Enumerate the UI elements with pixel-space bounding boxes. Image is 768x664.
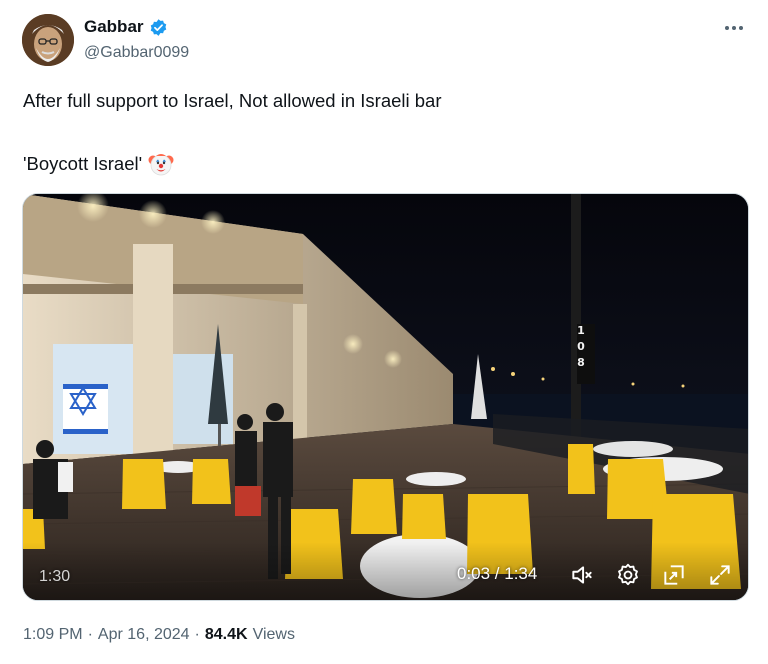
- meta-separator: ·: [87, 626, 93, 643]
- svg-text:8: 8: [577, 356, 585, 369]
- expand-icon[interactable]: [707, 562, 733, 588]
- svg-text:0: 0: [577, 340, 585, 353]
- tweet-date[interactable]: Apr 16, 2024: [98, 626, 190, 644]
- more-options-icon[interactable]: [722, 18, 746, 38]
- tweet-text-line2: 'Boycott Israel': [23, 151, 174, 177]
- video-frame: 1 0 8: [23, 194, 748, 600]
- tweet-meta: 1:09 PM · Apr 16, 2024 · 84.4K Views: [23, 626, 295, 644]
- svg-text:1: 1: [577, 324, 585, 337]
- tweet-text-line1: After full support to Israel, Not allowe…: [23, 90, 442, 111]
- video-counter: 1:30: [39, 568, 71, 585]
- video-player[interactable]: 1 0 8 1:30 0:03 / 1:34: [22, 193, 749, 601]
- author-name-text[interactable]: Gabbar: [84, 17, 144, 37]
- fullscreen-exit-icon[interactable]: [661, 562, 687, 588]
- avatar[interactable]: [22, 14, 74, 66]
- author-handle[interactable]: @Gabbar0099: [84, 44, 189, 62]
- video-time: 0:03 / 1:34: [457, 564, 538, 583]
- settings-icon[interactable]: [615, 562, 641, 588]
- views-count[interactable]: 84.4K: [205, 626, 248, 644]
- mute-icon[interactable]: [569, 562, 595, 588]
- views-label: Views: [252, 626, 295, 643]
- author-name[interactable]: Gabbar: [84, 17, 168, 37]
- verified-badge-icon: [150, 18, 166, 36]
- meta-separator-2: ·: [194, 626, 200, 643]
- tweet-time[interactable]: 1:09 PM: [23, 626, 83, 644]
- tweet: Gabbar @Gabbar0099 After full support to…: [0, 0, 768, 664]
- clown-face-icon: [148, 154, 174, 176]
- tweet-text-line2-text: 'Boycott Israel': [23, 153, 143, 174]
